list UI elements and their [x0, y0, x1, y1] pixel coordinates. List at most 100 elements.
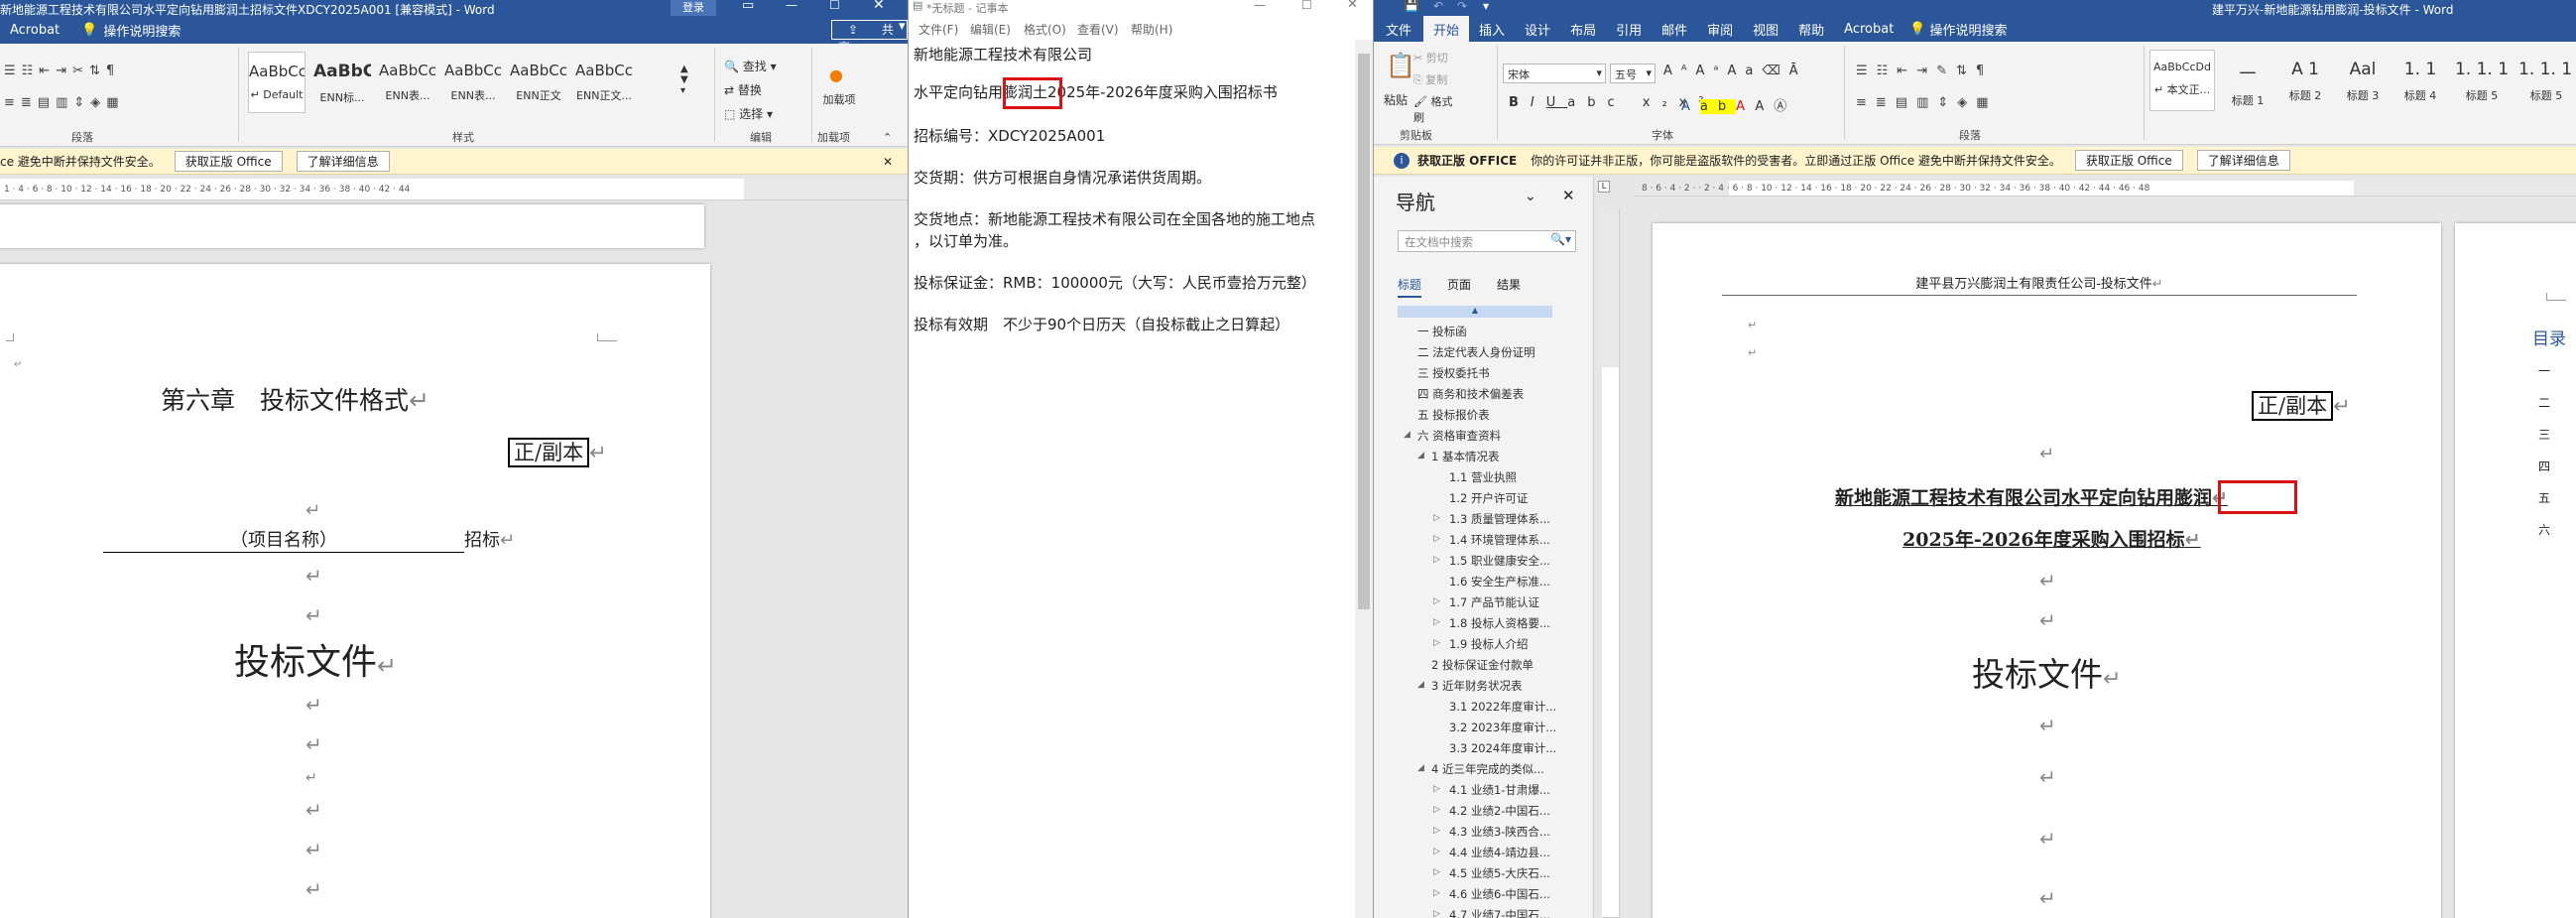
nav-heading-item[interactable]: 1.2 开户许可证 [1449, 490, 1528, 506]
find-button[interactable]: 🔍 查找 ▾ [724, 58, 777, 74]
collapse-triangle-icon[interactable]: ▷ [1433, 867, 1440, 877]
tab-home[interactable]: 开始 [1423, 15, 1470, 43]
get-genuine-button[interactable]: 获取正版 Office [2074, 150, 2183, 171]
style-enn-body[interactable]: AaBbCcD ENN正文 [510, 52, 567, 113]
next-page-fragment[interactable]: 目录 一 二 三 四 五 六 [2455, 223, 2576, 918]
tab-view[interactable]: 视图 [1743, 20, 1788, 39]
list-format-icons[interactable]: ☰☷⇤⇥✎⇅¶ [1856, 64, 1993, 78]
learn-more-button[interactable]: 了解详细信息 [296, 151, 390, 172]
collapse-triangle-icon[interactable]: ▷ [1433, 513, 1440, 523]
notepad-scroll-thumb[interactable] [1358, 54, 1370, 609]
tab-design[interactable]: 设计 [1515, 20, 1560, 39]
select-button[interactable]: ⬚ 选择 ▾ [724, 105, 773, 122]
font-size-tools[interactable]: AᴬAᵃAa⌫Ā [1663, 64, 1807, 78]
nav-heading-item[interactable]: 1.3 质量管理体系... [1449, 511, 1550, 527]
nav-heading-item[interactable]: 4.3 业绩3-陕西合... [1449, 824, 1550, 840]
align-icons[interactable]: ≡≣▤▥⇕◈▦ [4, 95, 125, 110]
list-format-icons[interactable]: ☰☷⇤⇥✂⇅¶ [4, 64, 120, 78]
nav-heading-item[interactable]: 六 资格审查资料 [1417, 428, 1501, 444]
notepad-minimize-icon[interactable]: — [1254, 0, 1266, 12]
maximize-icon[interactable]: ☐ [829, 0, 840, 12]
collapse-triangle-icon[interactable]: ▷ [1433, 596, 1440, 606]
format-painter-button[interactable]: 🖌 格式刷 [1413, 93, 1453, 125]
expand-triangle-icon[interactable]: ◢ [1404, 430, 1411, 440]
nav-heading-item[interactable]: 一 投标函 [1417, 324, 1467, 339]
left-document-page[interactable]: ↵ 第六章 投标文件格式↵ 正/副本 ↵ ↵ （项目名称） 招标↵ ↵ ↵ 投标文件… [0, 264, 710, 918]
undo-icon[interactable]: ↶ [1433, 0, 1443, 13]
ribbon-display-icon[interactable]: ▭ [742, 0, 754, 13]
addin-icon[interactable]: ● [829, 66, 849, 85]
style-enn-table-1[interactable]: AaBbCcDc ENN表... [379, 52, 436, 113]
expand-triangle-icon[interactable]: ◢ [1417, 451, 1424, 460]
replace-button[interactable]: ⇄ 替换 [724, 81, 762, 98]
notepad-menu-file[interactable]: 文件(F) [919, 21, 958, 38]
style-heading-5[interactable]: 1. 1. 1 标题 5 [2449, 50, 2515, 111]
font-name-box[interactable]: 宋体 ▾ [1503, 64, 1606, 83]
nav-heading-item[interactable]: 4.5 业绩5-大庆石... [1449, 865, 1550, 881]
nav-close-icon[interactable]: ✕ [1562, 187, 1575, 204]
save-icon[interactable]: 💾 [1404, 0, 1419, 13]
nav-heading-item[interactable]: 3 近年财务状况表 [1431, 678, 1522, 694]
tell-me-search[interactable]: 操作说明搜索 [1927, 20, 2017, 39]
paste-button[interactable]: 粘贴 [1384, 91, 1408, 108]
tab-mailings[interactable]: 邮件 [1652, 20, 1697, 39]
nav-heading-item[interactable]: 4.7 业绩7-中国石... [1449, 907, 1550, 918]
nav-heading-item[interactable]: 1.9 投标人介绍 [1449, 636, 1528, 652]
nav-heading-item[interactable]: 1.5 职业健康安全... [1449, 553, 1550, 569]
tab-file[interactable]: 文件 [1374, 20, 1423, 39]
minimize-icon[interactable]: — [786, 0, 797, 12]
right-vertical-ruler[interactable] [1602, 208, 1620, 918]
style-heading-2[interactable]: A 1 标题 2 [2276, 50, 2334, 111]
collapse-triangle-icon[interactable]: ▷ [1433, 555, 1440, 565]
style-heading-1[interactable]: 一标题 1 [2219, 50, 2276, 111]
tab-help[interactable]: 帮助 [1788, 20, 1834, 39]
tab-acrobat[interactable]: Acrobat [1834, 22, 1903, 37]
tell-me-search[interactable]: 操作说明搜索 [101, 21, 190, 40]
styles-scroll-icon[interactable]: ▲ ▼ ▾ [680, 64, 688, 96]
nav-heading-item[interactable]: 1.4 环境管理体系... [1449, 532, 1550, 548]
nav-heading-item[interactable]: 1.6 安全生产标准... [1449, 574, 1550, 590]
addin-button-label[interactable]: 加载项 [819, 91, 859, 107]
collapse-triangle-icon[interactable]: ▷ [1433, 805, 1440, 815]
collapse-triangle-icon[interactable]: ▷ [1433, 888, 1440, 898]
style-heading-5b[interactable]: 1. 1. 1. 标题 5 [2518, 50, 2574, 111]
nav-heading-item[interactable]: 4.4 业绩4-靖边县... [1449, 845, 1550, 860]
nav-heading-item[interactable]: 2 投标保证金付款单 [1431, 657, 1533, 673]
nav-tab-headings[interactable]: 标题 [1398, 276, 1422, 298]
nav-heading-item[interactable]: 四 商务和技术偏差表 [1417, 386, 1524, 402]
collapse-triangle-icon[interactable]: ▷ [1433, 847, 1440, 856]
style-enn-body-2[interactable]: AaBbCcI ENN正文... [575, 52, 633, 113]
tab-review[interactable]: 审阅 [1697, 20, 1743, 39]
tab-selector-icon[interactable]: L [1598, 181, 1610, 193]
notepad-maximize-icon[interactable]: ☐ [1301, 0, 1312, 12]
nav-heading-item[interactable]: 4.2 业绩2-中国石... [1449, 803, 1550, 819]
collapse-triangle-icon[interactable]: ▷ [1433, 534, 1440, 544]
copy-button[interactable]: ⎘ 复制 [1413, 71, 1447, 87]
style-heading-3[interactable]: Aal 标题 3 [2334, 50, 2392, 111]
notepad-close-icon[interactable]: ✕ [1347, 0, 1358, 12]
paste-icon[interactable]: 📋 [1386, 52, 1415, 79]
font-color-buttons[interactable]: AabAAⒶ [1681, 95, 1796, 114]
collapse-triangle-icon[interactable]: ▷ [1433, 909, 1440, 918]
search-icon[interactable]: 🔍▾ [1550, 232, 1571, 246]
cut-button[interactable]: ✂ 剪切 [1413, 50, 1448, 66]
collapse-ribbon-icon[interactable]: ⌃ [883, 131, 892, 144]
nav-heading-item[interactable]: 3.3 2024年度审计... [1449, 740, 1556, 756]
collapse-triangle-icon[interactable]: ▷ [1433, 826, 1440, 836]
nav-heading-item[interactable]: 3.1 2022年度审计... [1449, 699, 1556, 715]
acrobat-tab[interactable]: Acrobat [0, 23, 69, 38]
nav-tab-pages[interactable]: 页面 [1447, 276, 1471, 293]
tab-insert[interactable]: 插入 [1469, 20, 1515, 39]
redo-icon[interactable]: ↷ [1457, 0, 1467, 13]
expand-triangle-icon[interactable]: ◢ [1417, 680, 1424, 690]
nav-heading-item[interactable]: 二 法定代表人身份证明 [1417, 344, 1535, 360]
notepad-menu-view[interactable]: 查看(V) [1077, 21, 1119, 38]
nav-heading-item[interactable]: 五 投标报价表 [1417, 407, 1490, 423]
style-body-text[interactable]: AaBbCcDd ↵ 本文正... [2149, 50, 2215, 111]
nav-heading-item[interactable]: 4.1 业绩1-甘肃爆... [1449, 782, 1550, 798]
nav-options-icon[interactable]: ⌄ [1525, 189, 1536, 204]
right-document-page[interactable]: 建平县万兴膨润土有限责任公司-投标文件↵ ↵ ↵ 正/副本 ↵ ↵ 新地能源工程技… [1653, 223, 2441, 918]
get-genuine-button[interactable]: 获取正版 Office [174, 151, 283, 172]
quick-access-more-icon[interactable]: ▾ [1483, 0, 1489, 13]
expand-triangle-icon[interactable]: ◢ [1417, 763, 1424, 773]
